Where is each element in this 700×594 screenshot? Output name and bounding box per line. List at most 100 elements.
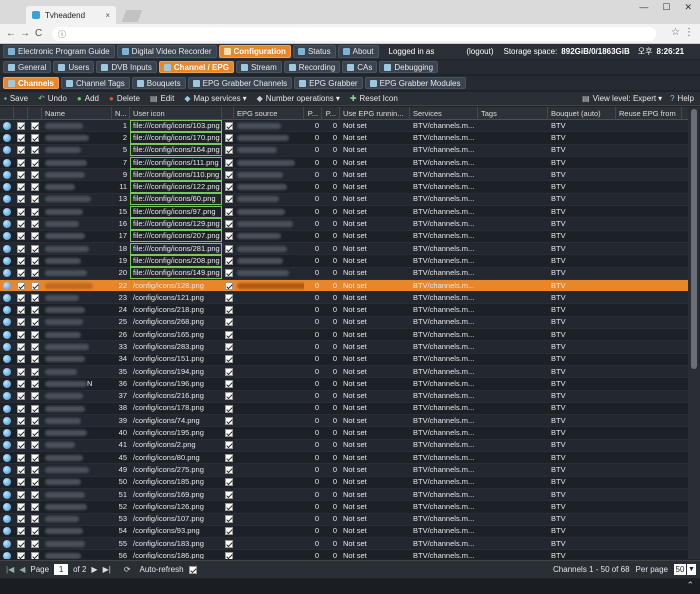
epg-source-cell[interactable] [234,452,304,464]
services-cell[interactable]: BTV/channels.m... [410,193,478,205]
epg-source-cell[interactable] [234,157,304,169]
user-icon-cell[interactable]: file:///config/icons/207.png [130,230,222,243]
name-cell[interactable] [42,439,112,451]
autoname-cell[interactable] [28,476,42,488]
enabled-cell[interactable] [14,255,28,267]
epg-auto-cell[interactable] [222,427,234,439]
epg-auto-cell[interactable] [222,390,234,402]
epg-auto-checkbox[interactable] [225,465,233,474]
p2-cell[interactable]: 0 [322,353,340,365]
user-icon-cell[interactable]: /config/icons/185.png [130,476,222,488]
autoname-checkbox[interactable] [31,392,39,401]
tab-stream[interactable]: Stream [235,61,282,73]
epg-auto-checkbox[interactable] [225,478,233,487]
status-cell[interactable] [0,525,14,537]
epg-source-cell[interactable] [234,144,304,156]
table-row[interactable]: 15 file:///config/icons/97.png 0 0 Not set BT… [0,205,688,219]
bouquet-cell[interactable]: BTV [548,439,616,451]
autoname-cell[interactable] [28,157,42,169]
last-page-icon[interactable]: ▶| [103,565,111,574]
autoname-checkbox[interactable] [31,478,39,487]
tags-cell[interactable] [478,538,548,550]
table-row[interactable]: 20 file:///config/icons/149.png 0 0 Not set B… [0,267,688,280]
save-button[interactable]: ▪ Save [4,94,28,103]
enabled-checkbox[interactable] [17,379,25,388]
services-cell[interactable]: BTV/channels.m... [410,341,478,353]
enabled-cell[interactable] [14,427,28,439]
epg-auto-cell[interactable] [222,341,234,353]
p1-cell[interactable]: 0 [304,427,322,439]
enabled-cell[interactable] [14,353,28,365]
use-epg-running-cell[interactable]: Not set [340,501,410,513]
enabled-checkbox[interactable] [17,318,25,327]
epg-source-cell[interactable] [234,501,304,513]
user-icon-cell[interactable]: file:///config/icons/111.png [130,156,222,169]
autoname-cell[interactable] [28,193,42,205]
services-cell[interactable]: BTV/channels.m... [410,304,478,316]
epg-auto-cell[interactable] [222,550,234,559]
tags-cell[interactable] [478,402,548,414]
use-epg-running-cell[interactable]: Not set [340,489,410,501]
use-epg-running-cell[interactable]: Not set [340,402,410,414]
epg-auto-checkbox[interactable] [225,527,233,536]
user-icon-cell[interactable]: /config/icons/74.png [130,415,222,427]
reuse-epg-cell[interactable] [616,452,682,464]
tags-cell[interactable] [478,341,548,353]
enabled-cell[interactable] [14,132,28,144]
epg-auto-cell[interactable] [222,144,234,156]
epg-auto-cell[interactable] [222,316,234,328]
number-cell[interactable]: 41 [112,439,130,451]
enabled-checkbox[interactable] [17,232,25,241]
p2-cell[interactable]: 0 [322,366,340,378]
epg-auto-checkbox[interactable] [225,244,233,253]
epg-source-cell[interactable] [234,292,304,304]
undo-button[interactable]: ↶ Undo [38,94,67,103]
table-row[interactable]: 50/config/icons/185.png 0 0 Not set BTV/chan… [0,476,688,489]
use-epg-running-cell[interactable]: Not set [340,120,410,132]
bouquet-cell[interactable]: BTV [548,292,616,304]
status-cell[interactable] [0,464,14,476]
status-cell[interactable] [0,378,14,390]
epg-auto-cell[interactable] [222,439,234,451]
user-icon-cell[interactable]: /config/icons/80.png [130,452,222,464]
name-cell[interactable] [42,402,112,414]
epg-auto-cell[interactable] [222,329,234,341]
autoname-checkbox[interactable] [31,306,39,315]
autoname-checkbox[interactable] [31,502,39,511]
epg-auto-cell[interactable] [222,120,234,132]
table-row[interactable]: 53/config/icons/107.png 0 0 Not set BTV/chan… [0,513,688,526]
services-cell[interactable]: BTV/channels.m... [410,206,478,218]
p1-cell[interactable]: 0 [304,525,322,537]
bouquet-cell[interactable]: BTV [548,304,616,316]
autoname-checkbox[interactable] [31,465,39,474]
status-cell[interactable] [0,427,14,439]
user-icon-cell[interactable]: file:///config/icons/208.png [130,254,222,267]
p2-cell[interactable]: 0 [322,144,340,156]
bouquet-cell[interactable]: BTV [548,218,616,230]
autoname-cell[interactable] [28,427,42,439]
enabled-checkbox[interactable] [17,515,25,524]
epg-auto-checkbox[interactable] [225,367,233,376]
epg-source-cell[interactable] [234,464,304,476]
epg-auto-cell[interactable] [222,525,234,537]
browser-tab[interactable]: Tvheadend × [26,6,116,24]
p2-cell[interactable]: 0 [322,193,340,205]
p1-cell[interactable]: 0 [304,538,322,550]
status-cell[interactable] [0,390,14,402]
status-cell[interactable] [0,501,14,513]
name-cell[interactable] [42,169,112,181]
epg-source-cell[interactable] [234,538,304,550]
services-cell[interactable]: BTV/channels.m... [410,230,478,242]
enabled-cell[interactable] [14,181,28,193]
tab-channel-tags[interactable]: Channel Tags [61,77,130,89]
reuse-epg-cell[interactable] [616,427,682,439]
table-row[interactable]: 54/config/icons/93.png 0 0 Not set BTV/chann… [0,525,688,539]
autoname-cell[interactable] [28,280,42,292]
p1-cell[interactable]: 0 [304,550,322,559]
epg-source-cell[interactable] [234,230,304,242]
number-cell[interactable]: 7 [112,157,130,169]
autoname-checkbox[interactable] [31,515,39,524]
name-cell[interactable] [42,538,112,550]
bouquet-cell[interactable]: BTV [548,378,616,390]
name-cell[interactable] [42,280,112,292]
